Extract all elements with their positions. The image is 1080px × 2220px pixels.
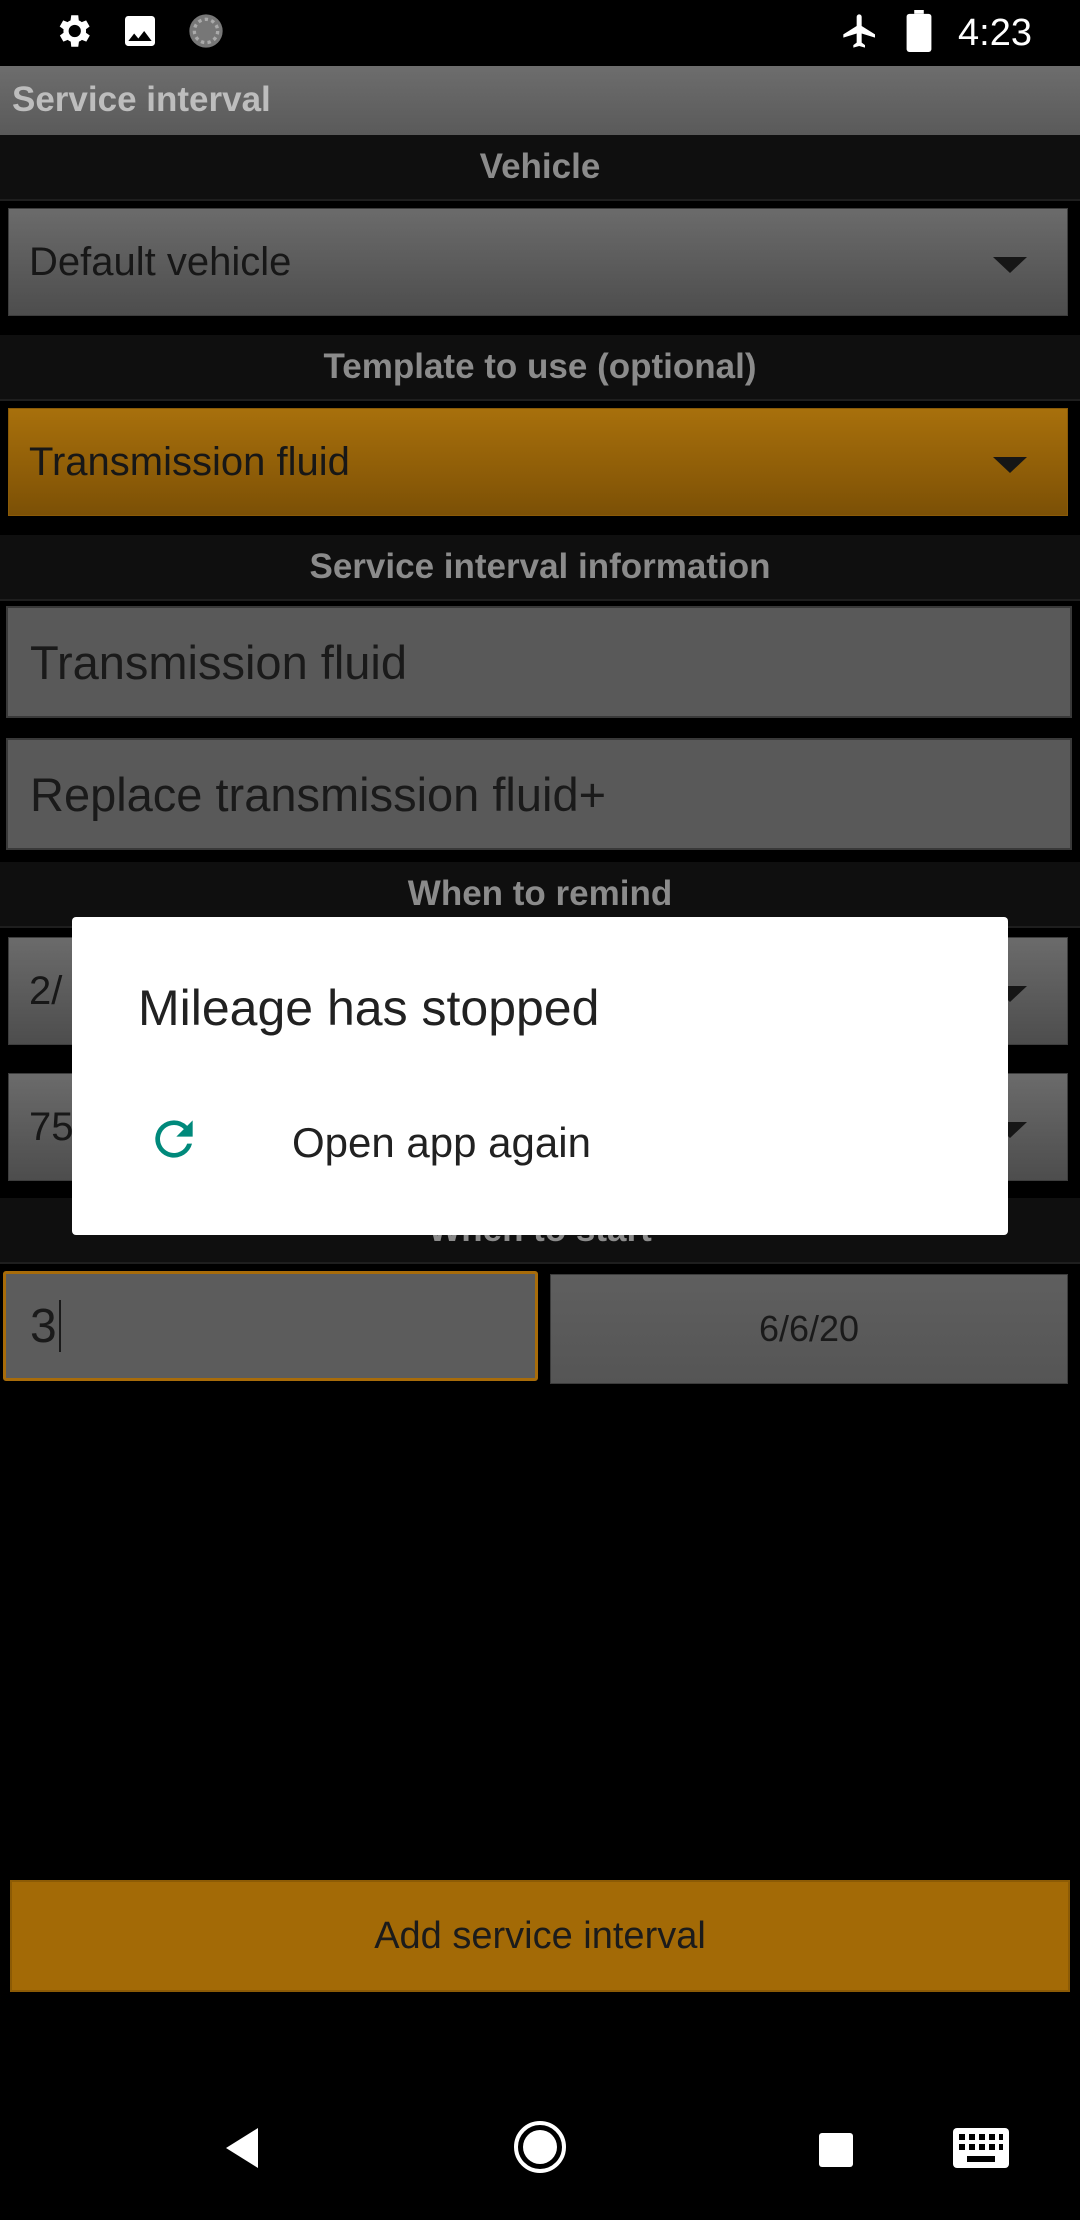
add-service-interval-button[interactable]: Add service interval xyxy=(10,1880,1070,1992)
start-date-label: 6/6/20 xyxy=(758,1308,860,1349)
start-value-input[interactable]: 3 xyxy=(3,1271,538,1381)
vehicle-spinner[interactable]: Default vehicle xyxy=(8,208,1068,316)
remind-distance-value: 75 xyxy=(29,1104,74,1149)
app-title-bar: Service interval xyxy=(0,66,1080,135)
description-field-value: Replace transmission fluid+ xyxy=(30,767,607,821)
add-service-interval-label: Add service interval xyxy=(374,1914,706,1957)
remind-time-value: 2/ xyxy=(29,968,63,1013)
dialog-title: Mileage has stopped xyxy=(138,980,600,1036)
clock: 4:23 xyxy=(958,11,1032,54)
template-header: Template to use (optional) xyxy=(0,335,1080,401)
info-header: Service interval information xyxy=(0,535,1080,601)
start-value-text: 3 xyxy=(30,1299,57,1353)
app-stopped-dialog: Mileage has stopped Open app again xyxy=(72,917,1008,1235)
loading-icon xyxy=(186,11,226,55)
open-app-again-button[interactable]: Open app again xyxy=(72,1089,1008,1199)
keyboard-icon[interactable] xyxy=(953,2128,1009,2172)
open-app-again-label: Open app again xyxy=(292,1119,591,1166)
text-caret xyxy=(58,1300,61,1352)
home-icon[interactable] xyxy=(513,2120,567,2178)
recents-icon[interactable] xyxy=(818,2132,854,2172)
dropdown-arrow-icon xyxy=(993,257,1027,273)
navigation-bar xyxy=(0,2090,1080,2220)
description-field[interactable]: Replace transmission fluid+ xyxy=(6,738,1072,850)
image-icon xyxy=(120,11,160,55)
start-date-button[interactable]: 6/6/20 xyxy=(550,1274,1068,1384)
template-spinner[interactable]: Transmission fluid xyxy=(8,408,1068,516)
settings-icon xyxy=(52,10,94,56)
status-bar: 4:23 xyxy=(0,0,1080,66)
dropdown-arrow-icon xyxy=(993,457,1027,473)
refresh-icon xyxy=(146,1111,202,1171)
vehicle-header: Vehicle xyxy=(0,135,1080,201)
airplane-icon xyxy=(840,11,880,55)
vehicle-spinner-value: Default vehicle xyxy=(29,239,292,284)
battery-icon xyxy=(906,10,932,56)
page-title: Service interval xyxy=(12,80,271,119)
back-icon[interactable] xyxy=(222,2126,262,2174)
template-spinner-value: Transmission fluid xyxy=(29,439,350,484)
name-field[interactable]: Transmission fluid xyxy=(6,606,1072,718)
name-field-value: Transmission fluid xyxy=(30,635,407,689)
